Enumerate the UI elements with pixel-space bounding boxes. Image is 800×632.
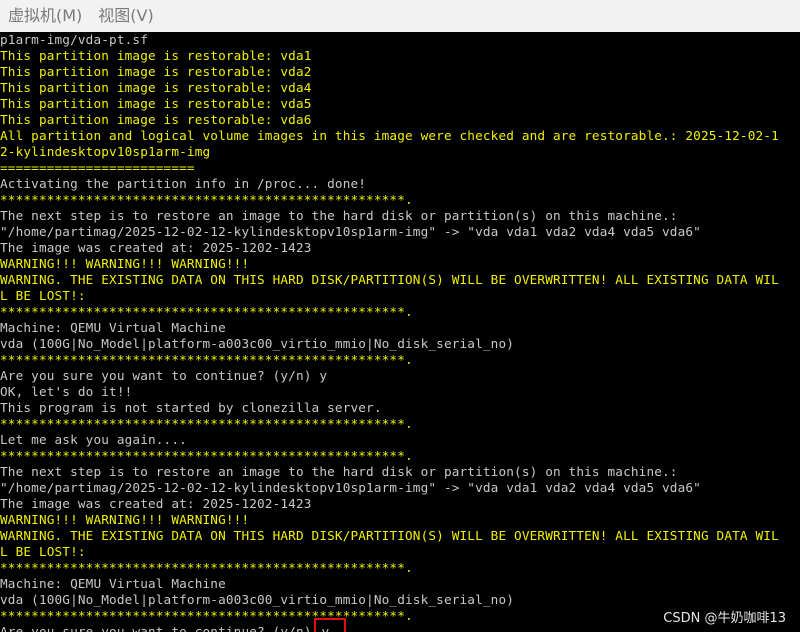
terminal-line: This partition image is restorable: vda1 (0, 48, 312, 63)
terminal-line: WARNING!!! WARNING!!! WARNING!!! (0, 512, 250, 527)
terminal-line: "/home/partimag/2025-12-02-12-kylindeskt… (0, 480, 701, 495)
input-highlight-box[interactable]: y (313, 618, 346, 632)
terminal-line: Machine: QEMU Virtual Machine (0, 576, 226, 591)
terminal-line: All partition and logical volume images … (0, 128, 779, 143)
prompt-text: Are you sure you want to continue? (y/n) (0, 624, 312, 632)
terminal-line: The next step is to restore an image to … (0, 464, 678, 479)
watermark: CSDN @牛奶咖啡13 (663, 611, 786, 626)
terminal-line: Let me ask you again.... (0, 432, 187, 447)
terminal-line: The image was created at: 2025-1202-1423 (0, 240, 312, 255)
input-value: y (321, 624, 330, 632)
terminal-line: 2-kylindesktopv10sp1arm-img (0, 144, 211, 159)
terminal-line: WARNING. THE EXISTING DATA ON THIS HARD … (0, 528, 779, 543)
terminal-line: ****************************************… (0, 416, 413, 431)
menu-virtual-machine[interactable]: 虚拟机(M) (0, 0, 90, 32)
terminal-line: The image was created at: 2025-1202-1423 (0, 496, 312, 511)
terminal-line: The next step is to restore an image to … (0, 208, 678, 223)
terminal-line: OK, let's do it!! (0, 384, 133, 399)
terminal-line: "/home/partimag/2025-12-02-12-kylindeskt… (0, 224, 701, 239)
terminal-line: L BE LOST!: (0, 544, 86, 559)
terminal-line: p1arm-img/vda-pt.sf (0, 32, 148, 47)
menu-view[interactable]: 视图(V) (90, 0, 161, 32)
terminal-console[interactable]: p1arm-img/vda-pt.sf This partition image … (0, 32, 800, 632)
terminal-line: ========================= (0, 160, 195, 175)
terminal-line: L BE LOST!: (0, 288, 86, 303)
terminal-line: WARNING. THE EXISTING DATA ON THIS HARD … (0, 272, 779, 287)
terminal-line: This partition image is restorable: vda4 (0, 80, 312, 95)
terminal-line: WARNING!!! WARNING!!! WARNING!!! (0, 256, 250, 271)
terminal-line: vda (100G|No_Model|platform-a003c00_virt… (0, 592, 515, 607)
terminal-line: ****************************************… (0, 352, 413, 367)
terminal-line: This partition image is restorable: vda5 (0, 96, 312, 111)
terminal-line: Are you sure you want to continue? (y/n)… (0, 368, 328, 383)
terminal-line: Machine: QEMU Virtual Machine (0, 320, 226, 335)
terminal-line: vda (100G|No_Model|platform-a003c00_virt… (0, 336, 515, 351)
terminal-line: Activating the partition info in /proc..… (0, 176, 367, 191)
terminal-line: This partition image is restorable: vda2 (0, 64, 312, 79)
terminal-line: ****************************************… (0, 560, 413, 575)
terminal-line: This partition image is restorable: vda6 (0, 112, 312, 127)
menu-bar: 虚拟机(M) 视图(V) (0, 0, 800, 32)
terminal-line: This program is not started by clonezill… (0, 400, 382, 415)
terminal-line: ****************************************… (0, 304, 413, 319)
terminal-line: ****************************************… (0, 192, 413, 207)
terminal-line: ****************************************… (0, 448, 413, 463)
